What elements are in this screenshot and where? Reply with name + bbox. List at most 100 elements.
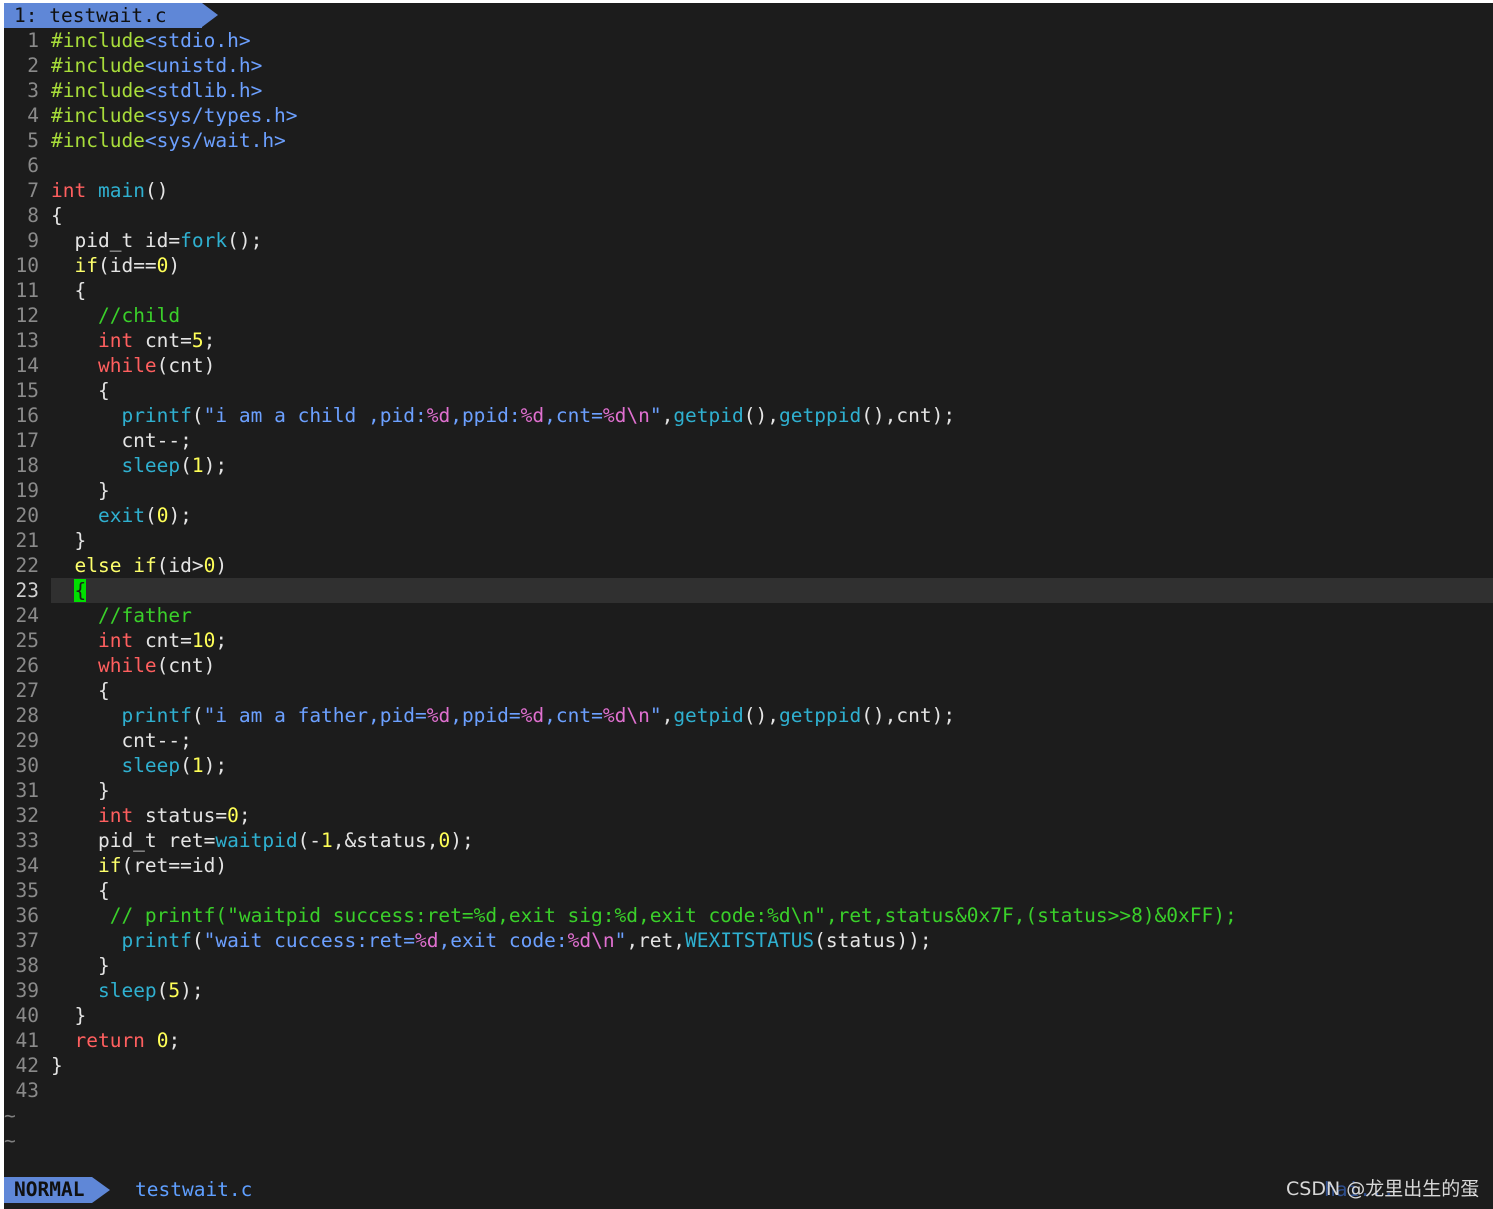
line-code: else if(id>0) — [51, 553, 227, 578]
code-line[interactable]: 36 // printf("waitpid success:ret=%d,exi… — [4, 903, 1493, 928]
line-code: int cnt=5; — [51, 328, 215, 353]
code-token: } — [51, 954, 110, 977]
code-line[interactable]: 16 printf("i am a child ,pid:%d,ppid:%d,… — [4, 403, 1493, 428]
code-line[interactable]: 6 — [4, 153, 1493, 178]
line-code: if(ret==id) — [51, 853, 227, 878]
line-code: cnt--; — [51, 428, 191, 453]
code-line[interactable]: 8{ — [4, 203, 1493, 228]
code-line[interactable]: 24 //father — [4, 603, 1493, 628]
code-line[interactable]: 15 { — [4, 378, 1493, 403]
code-token: if — [97, 854, 122, 877]
code-token: } — [51, 529, 87, 552]
code-token: printf — [121, 404, 192, 427]
code-line[interactable]: 10 if(id==0) — [4, 253, 1493, 278]
code-token: ) — [215, 554, 228, 577]
code-line[interactable]: 40 } — [4, 1003, 1493, 1028]
code-token: pid_t ret= — [51, 829, 216, 852]
code-token: (id> — [156, 554, 204, 577]
code-token: %d\n — [602, 704, 650, 727]
code-token: sleep — [121, 754, 181, 777]
code-line[interactable]: 33 pid_t ret=waitpid(-1,&status,0); — [4, 828, 1493, 853]
line-number: 4 — [27, 104, 39, 127]
code-token: int — [51, 179, 87, 202]
line-number: 24 — [15, 604, 39, 627]
code-line[interactable]: 32 int status=0; — [4, 803, 1493, 828]
code-line[interactable]: 23 { — [4, 578, 1493, 603]
code-line[interactable]: 20 exit(0); — [4, 503, 1493, 528]
code-line[interactable]: 21 } — [4, 528, 1493, 553]
line-code: exit(0); — [51, 503, 192, 528]
code-line[interactable]: 9 pid_t id=fork(); — [4, 228, 1493, 253]
line-number: 31 — [15, 779, 39, 802]
code-token: status= — [133, 804, 228, 827]
code-line[interactable]: 19 } — [4, 478, 1493, 503]
line-code: printf("wait cuccess:ret=%d,exit code:%d… — [51, 928, 931, 953]
code-line[interactable]: 13 int cnt=5; — [4, 328, 1493, 353]
code-token: pid_t id= — [51, 229, 181, 252]
line-number: 29 — [15, 729, 39, 752]
line-number: 3 — [27, 79, 39, 102]
code-line[interactable]: 3 #include<stdlib.h> — [4, 78, 1493, 103]
code-token: "i am a father,pid= — [203, 704, 427, 727]
line-number: 27 — [15, 679, 39, 702]
code-line[interactable]: 28 printf("i am a father,pid=%d,ppid=%d,… — [4, 703, 1493, 728]
code-line[interactable]: 5 #include<sys/wait.h> — [4, 128, 1493, 153]
code-line[interactable]: 34 if(ret==id) — [4, 853, 1493, 878]
tab-testwait[interactable]: 1: testwait.c — [4, 3, 202, 28]
code-token: { — [51, 679, 110, 702]
code-line[interactable]: 30 sleep(1); — [4, 753, 1493, 778]
code-token: ,exit code: — [438, 929, 568, 952]
line-number: 18 — [15, 454, 39, 477]
code-line[interactable]: 41 return 0; — [4, 1028, 1493, 1053]
empty-buffer-tilde: ~ — [4, 1104, 16, 1127]
code-token: int — [97, 804, 134, 827]
code-token: 1 — [321, 829, 333, 852]
code-line[interactable]: 18 sleep(1); — [4, 453, 1493, 478]
code-token: (- — [297, 829, 322, 852]
line-code: while(cnt) — [51, 353, 215, 378]
line-number: 10 — [15, 254, 39, 277]
code-line[interactable]: 42} — [4, 1053, 1493, 1078]
code-line[interactable]: 2 #include<unistd.h> — [4, 53, 1493, 78]
code-line[interactable]: 4 #include<sys/types.h> — [4, 103, 1493, 128]
code-line[interactable]: 29 cnt--; — [4, 728, 1493, 753]
code-line[interactable]: 39 sleep(5); — [4, 978, 1493, 1003]
code-token: ( — [191, 929, 204, 952]
code-token: #include — [51, 54, 145, 77]
code-token: ,&status, — [332, 829, 439, 852]
code-line[interactable]: 11 { — [4, 278, 1493, 303]
vim-window[interactable]: 1: testwait.c 1 #include<stdio.h> 2 #includ… — [4, 3, 1493, 1209]
code-line[interactable]: 17 cnt--; — [4, 428, 1493, 453]
code-line[interactable]: 12 //child — [4, 303, 1493, 328]
code-line[interactable]: 37 printf("wait cuccess:ret=%d,exit code… — [4, 928, 1493, 953]
code-line[interactable]: 25 int cnt=10; — [4, 628, 1493, 653]
code-line[interactable]: 31 } — [4, 778, 1493, 803]
code-line[interactable]: 43 — [4, 1078, 1493, 1103]
csdn-watermark: CSDN @龙里出生的蛋 — [1286, 1178, 1480, 1200]
code-token: while — [97, 654, 157, 677]
code-token: getppid — [779, 704, 862, 727]
line-number: 40 — [15, 1004, 39, 1027]
code-line[interactable]: 38 } — [4, 953, 1493, 978]
line-code: } — [51, 478, 110, 503]
code-token: %d — [414, 929, 439, 952]
code-editor[interactable]: 1 #include<stdio.h> 2 #include<unistd.h> 3 #i… — [4, 28, 1493, 1153]
code-line[interactable]: 7 int main() — [4, 178, 1493, 203]
line-number: 12 — [15, 304, 39, 327]
line-code: // printf("waitpid success:ret=%d,exit s… — [51, 903, 1237, 928]
code-line[interactable]: 35 { — [4, 878, 1493, 903]
code-line[interactable]: 14 while(cnt) — [4, 353, 1493, 378]
code-token: ( — [156, 979, 169, 1002]
code-token: //father — [97, 604, 192, 627]
line-code: #include<sys/types.h> — [51, 103, 298, 128]
code-line[interactable]: 1 #include<stdio.h> — [4, 28, 1493, 53]
code-line[interactable]: 27 { — [4, 678, 1493, 703]
code-token: " — [649, 404, 662, 427]
code-token: , — [661, 704, 674, 727]
code-token: sleep — [121, 454, 181, 477]
code-line[interactable]: 26 while(cnt) — [4, 653, 1493, 678]
line-code: } — [51, 1053, 63, 1078]
code-line[interactable]: 22 else if(id>0) — [4, 553, 1493, 578]
